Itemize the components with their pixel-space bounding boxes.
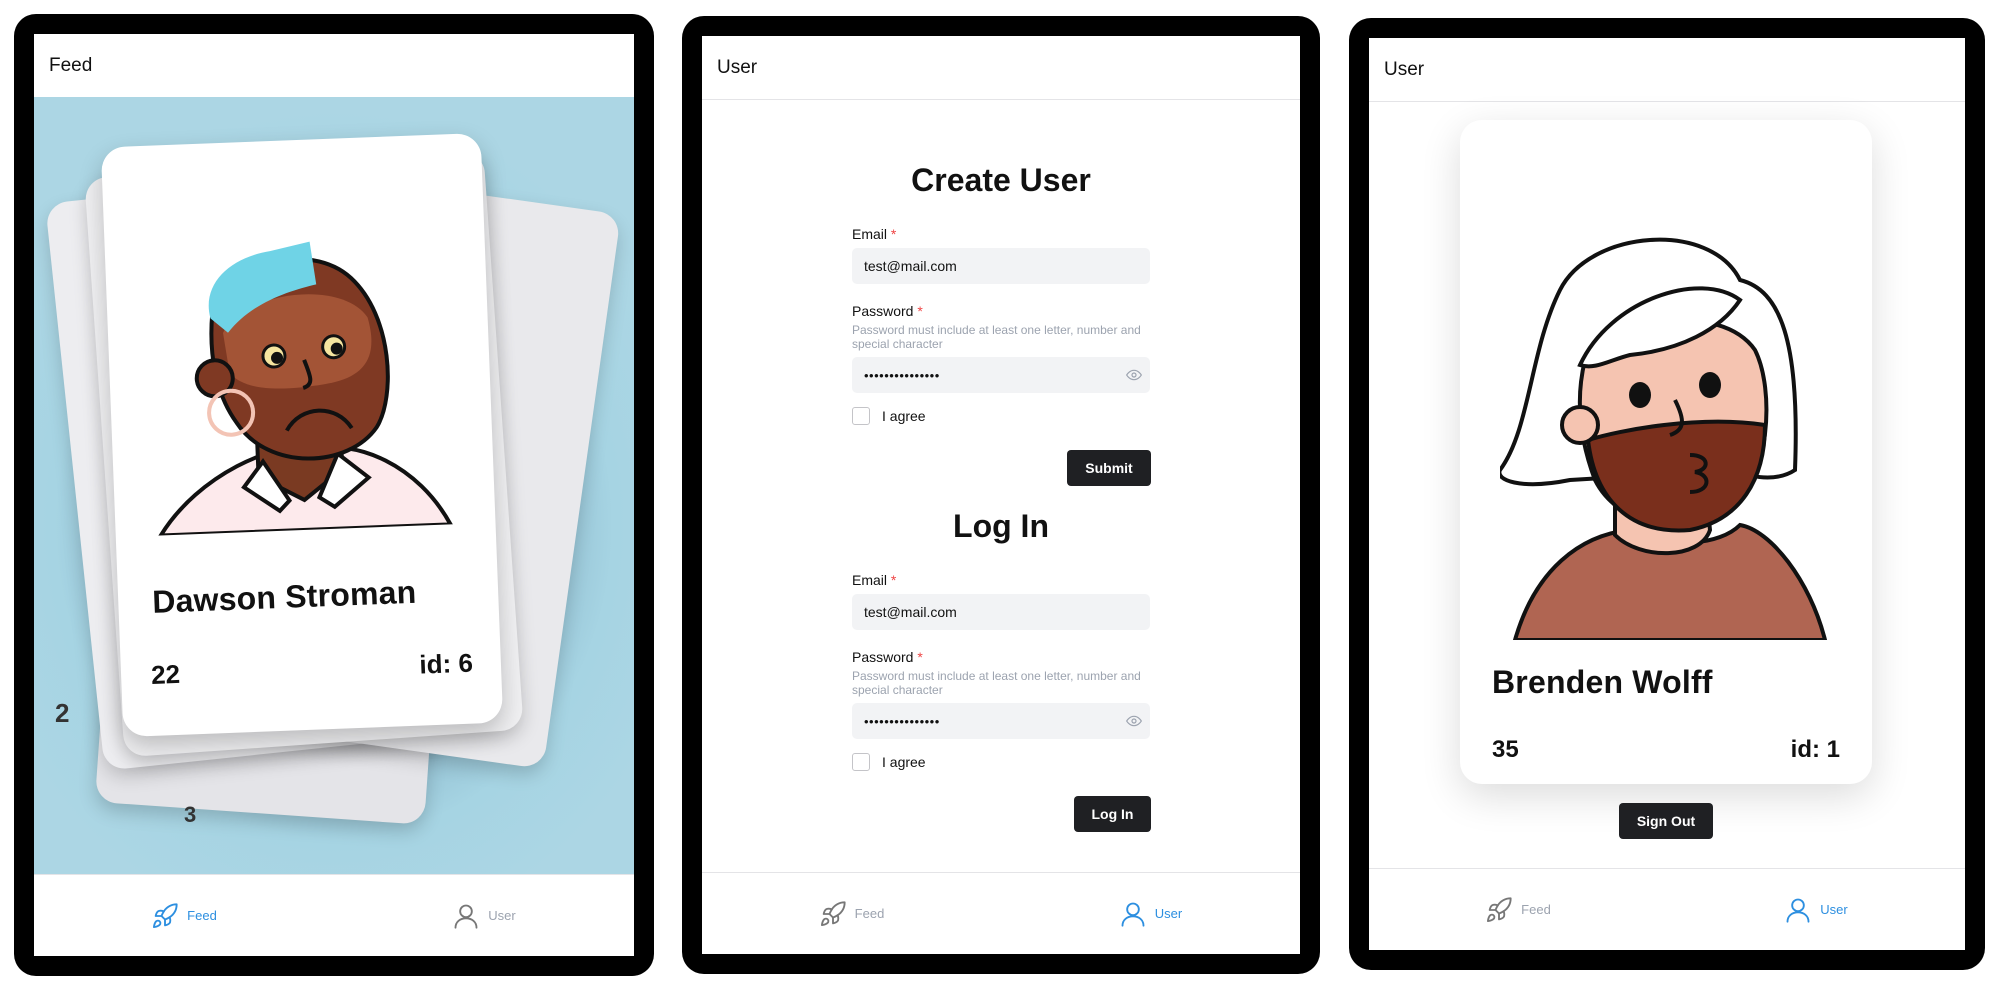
login-agree-row[interactable]: I agree	[852, 753, 926, 771]
tab-bar: Feed User	[34, 874, 634, 956]
rocket-icon	[1487, 896, 1512, 922]
password-label: Password *	[852, 649, 923, 665]
stacked-card-age: 3	[184, 802, 197, 827]
stacked-card-age: 2	[55, 698, 70, 728]
rocket-icon	[820, 900, 846, 926]
profile-header: User	[1369, 38, 1965, 102]
email-label: Email *	[852, 572, 897, 588]
password-hint: Password must include at least one lette…	[852, 669, 1141, 697]
tab-feed[interactable]: Feed	[1369, 869, 1667, 950]
tab-user-label: User	[1154, 906, 1183, 921]
tab-bar: Feed User	[702, 872, 1300, 954]
user-header: User	[702, 36, 1300, 100]
page-title: User	[717, 57, 758, 78]
tab-feed-label: Feed	[187, 908, 217, 923]
rocket-icon	[153, 902, 178, 928]
avatar	[1500, 237, 1828, 640]
agree-checkbox[interactable]	[852, 753, 870, 771]
profile-device-frame: User Brenden Wolff 35 id: 1 Sign Out Fee…	[1349, 18, 1985, 970]
tab-user-label: User	[1820, 902, 1848, 917]
submit-button[interactable]: Submit	[1067, 450, 1151, 486]
feed-header: Feed	[34, 34, 634, 98]
agree-label: I agree	[882, 754, 926, 770]
tab-bar: Feed User	[1369, 868, 1965, 950]
login-button[interactable]: Log In	[1074, 796, 1151, 832]
feed-screen: Feed 2 3 Dawson Stroman 22 id: 6 Feed Us…	[34, 34, 634, 956]
tab-user[interactable]: User	[334, 875, 634, 956]
password-label: Password *	[852, 303, 923, 319]
sign-out-button[interactable]: Sign Out	[1619, 803, 1713, 839]
avatar	[157, 241, 454, 537]
card-id: id: 6	[418, 647, 474, 680]
user-icon	[1786, 898, 1810, 923]
profile-screen: User Brenden Wolff 35 id: 1 Sign Out Fee…	[1369, 38, 1965, 950]
page-title: Feed	[49, 55, 93, 76]
card-id: id: 1	[1790, 736, 1840, 763]
profile-card[interactable]: Dawson Stroman 22 id: 6	[100, 132, 504, 738]
agree-checkbox[interactable]	[852, 407, 870, 425]
feed-device-frame: Feed 2 3 Dawson Stroman 22 id: 6 Feed Us…	[14, 14, 654, 976]
login-email-field[interactable]: test@mail.com	[852, 594, 1150, 630]
user-form-device-frame: User Create User Email * test@mail.com P…	[682, 16, 1320, 974]
tab-user[interactable]: User	[1001, 873, 1300, 954]
card-age: 35	[1492, 736, 1519, 763]
page-title: User	[1384, 59, 1425, 80]
user-icon	[454, 904, 478, 929]
email-label: Email *	[852, 226, 897, 242]
tab-user[interactable]: User	[1667, 869, 1965, 950]
show-password-icon[interactable]	[1126, 367, 1142, 383]
card-name: Brenden Wolff	[1492, 664, 1713, 700]
create-agree-row[interactable]: I agree	[852, 407, 926, 425]
create-password-field[interactable]: •••••••••••••••	[852, 357, 1150, 393]
user-icon	[1121, 902, 1145, 927]
tab-feed[interactable]: Feed	[702, 873, 1001, 954]
card-name: Dawson Stroman	[151, 573, 417, 620]
login-password-field[interactable]: •••••••••••••••	[852, 703, 1150, 739]
tab-feed-label: Feed	[854, 906, 885, 921]
card-age: 22	[150, 658, 181, 690]
profile-card: Brenden Wolff 35 id: 1	[1460, 120, 1872, 784]
tab-feed-label: Feed	[1521, 902, 1551, 917]
user-form-screen: User Create User Email * test@mail.com P…	[702, 36, 1300, 954]
create-user-heading: Create User	[911, 162, 1091, 198]
create-email-field[interactable]: test@mail.com	[852, 248, 1150, 284]
password-hint: Password must include at least one lette…	[852, 323, 1141, 351]
login-heading: Log In	[953, 508, 1049, 544]
agree-label: I agree	[882, 408, 926, 424]
tab-user-label: User	[488, 908, 516, 923]
tab-feed[interactable]: Feed	[34, 875, 334, 956]
show-password-icon[interactable]	[1126, 713, 1142, 729]
